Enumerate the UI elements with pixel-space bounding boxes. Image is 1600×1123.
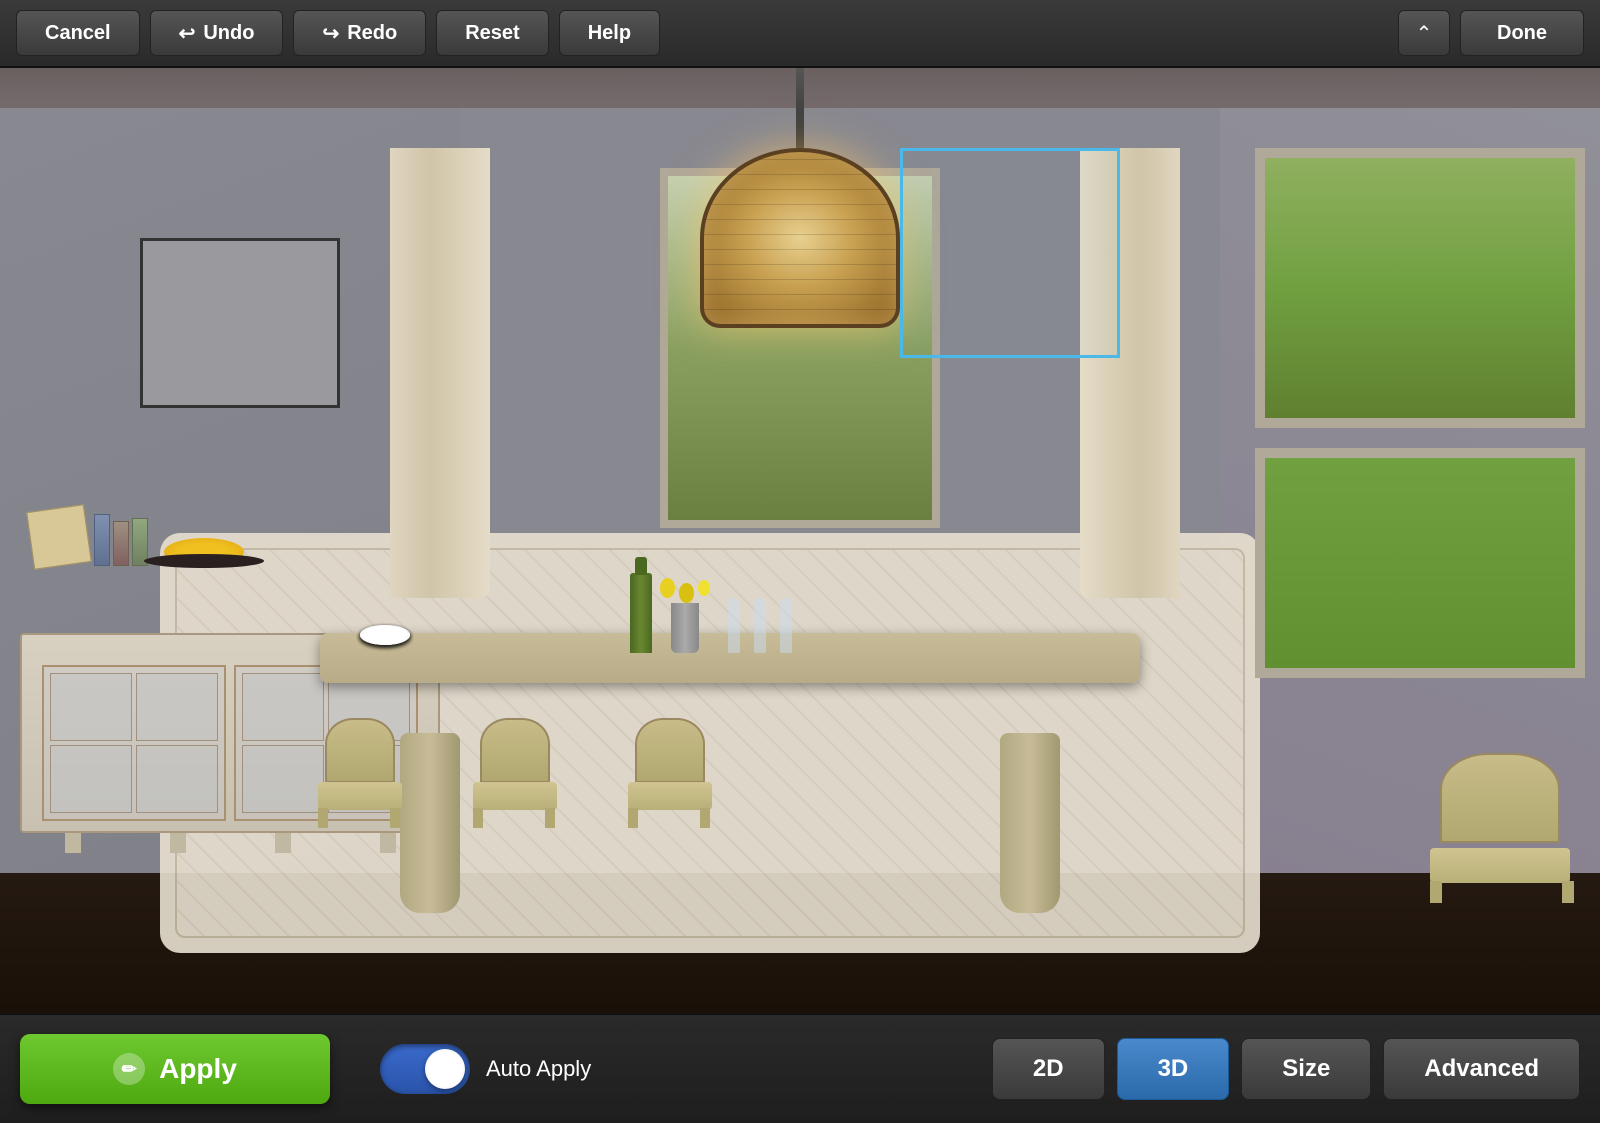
auto-apply-group: Auto Apply: [380, 1044, 591, 1094]
undo-button[interactable]: ↩ Undo: [150, 10, 284, 56]
help-button[interactable]: Help: [559, 10, 660, 56]
apply-label: Apply: [159, 1053, 237, 1085]
cabinet-door-left: [42, 665, 226, 821]
bowl-base: [144, 554, 264, 568]
size-button[interactable]: Size: [1241, 1038, 1371, 1100]
cancel-button[interactable]: Cancel: [16, 10, 140, 56]
reset-button[interactable]: Reset: [436, 10, 548, 56]
bottom-toolbar: ✏ Apply Auto Apply 2D 3D Size Advanced: [0, 1013, 1600, 1123]
advanced-button[interactable]: Advanced: [1383, 1038, 1580, 1100]
table-pedestal-right: [1000, 733, 1060, 913]
redo-icon: ↪: [322, 21, 339, 46]
wine-glass: [728, 598, 740, 653]
wine-glass: [754, 598, 766, 653]
done-button[interactable]: Done: [1460, 10, 1584, 56]
redo-label: Redo: [347, 22, 397, 45]
book-1: [94, 514, 110, 566]
chair-right: [1420, 753, 1580, 903]
2d-button[interactable]: 2D: [992, 1038, 1105, 1100]
picture-frame[interactable]: [140, 238, 340, 408]
chair-front-2: [465, 718, 565, 828]
chairs-front: [310, 718, 720, 828]
view-btn-group: 2D 3D Size Advanced: [992, 1038, 1580, 1100]
book-2: [113, 521, 129, 566]
chair-front-1: [310, 718, 410, 828]
window-right-top: [1255, 148, 1585, 428]
chevron-up-button[interactable]: ⌃: [1398, 10, 1450, 56]
chandelier: [700, 68, 900, 328]
undo-label: Undo: [203, 22, 254, 45]
wine-bottle: [630, 573, 652, 653]
window-right-bottom: [1255, 448, 1585, 678]
cabinet-pane: [136, 673, 218, 741]
redo-button[interactable]: ↪ Redo: [293, 10, 426, 56]
top-toolbar: Cancel ↩ Undo ↪ Redo Reset Help ⌃ Done: [0, 0, 1600, 68]
scene-view[interactable]: [0, 68, 1600, 1013]
chandelier-body: [700, 148, 900, 328]
apply-icon: ✏: [113, 1053, 145, 1085]
cabinet-pane: [50, 673, 132, 741]
flower-vase: [660, 578, 710, 653]
toggle-thumb: [425, 1049, 465, 1089]
3d-button[interactable]: 3D: [1117, 1038, 1230, 1100]
curtain-left: [390, 148, 490, 598]
auto-apply-toggle[interactable]: [380, 1044, 470, 1094]
pencil-icon: ✏: [122, 1059, 137, 1080]
cabinet-pane: [136, 745, 218, 813]
open-book: [26, 504, 92, 570]
wine-glass: [780, 598, 792, 653]
chair-front-3: [620, 718, 720, 828]
chevron-up-icon: ⌃: [1416, 21, 1433, 46]
selection-rectangle: [900, 148, 1120, 358]
apply-button[interactable]: ✏ Apply: [20, 1034, 330, 1104]
chandelier-chain: [796, 68, 804, 148]
plate: [360, 625, 410, 645]
undo-icon: ↩: [179, 21, 196, 46]
cabinet-pane: [50, 745, 132, 813]
auto-apply-label: Auto Apply: [486, 1056, 591, 1082]
